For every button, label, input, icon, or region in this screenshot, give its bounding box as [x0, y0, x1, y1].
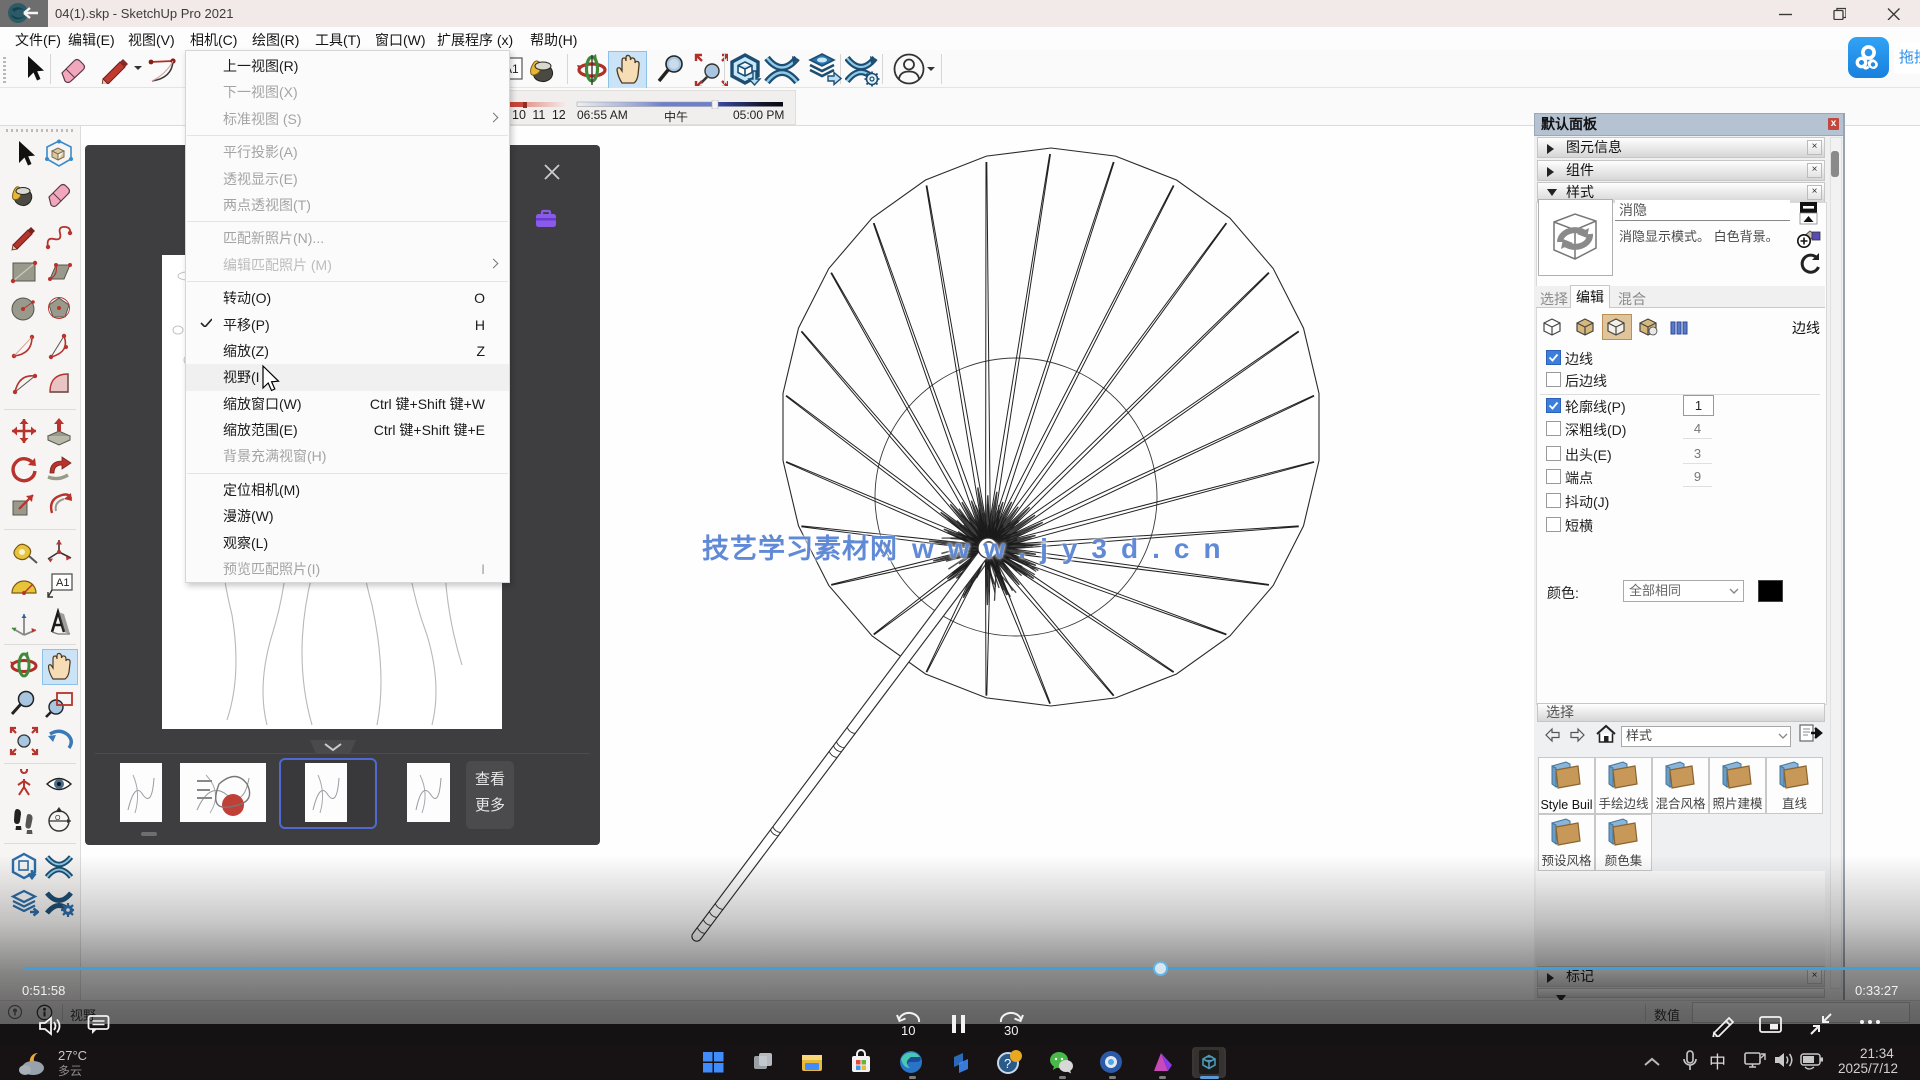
svg-text:A1: A1	[56, 577, 69, 589]
svg-text:O: O	[55, 815, 61, 822]
svg-text:10: 10	[901, 1023, 915, 1037]
svg-text:?: ?	[1004, 1056, 1011, 1071]
svg-text:30: 30	[1004, 1023, 1018, 1037]
